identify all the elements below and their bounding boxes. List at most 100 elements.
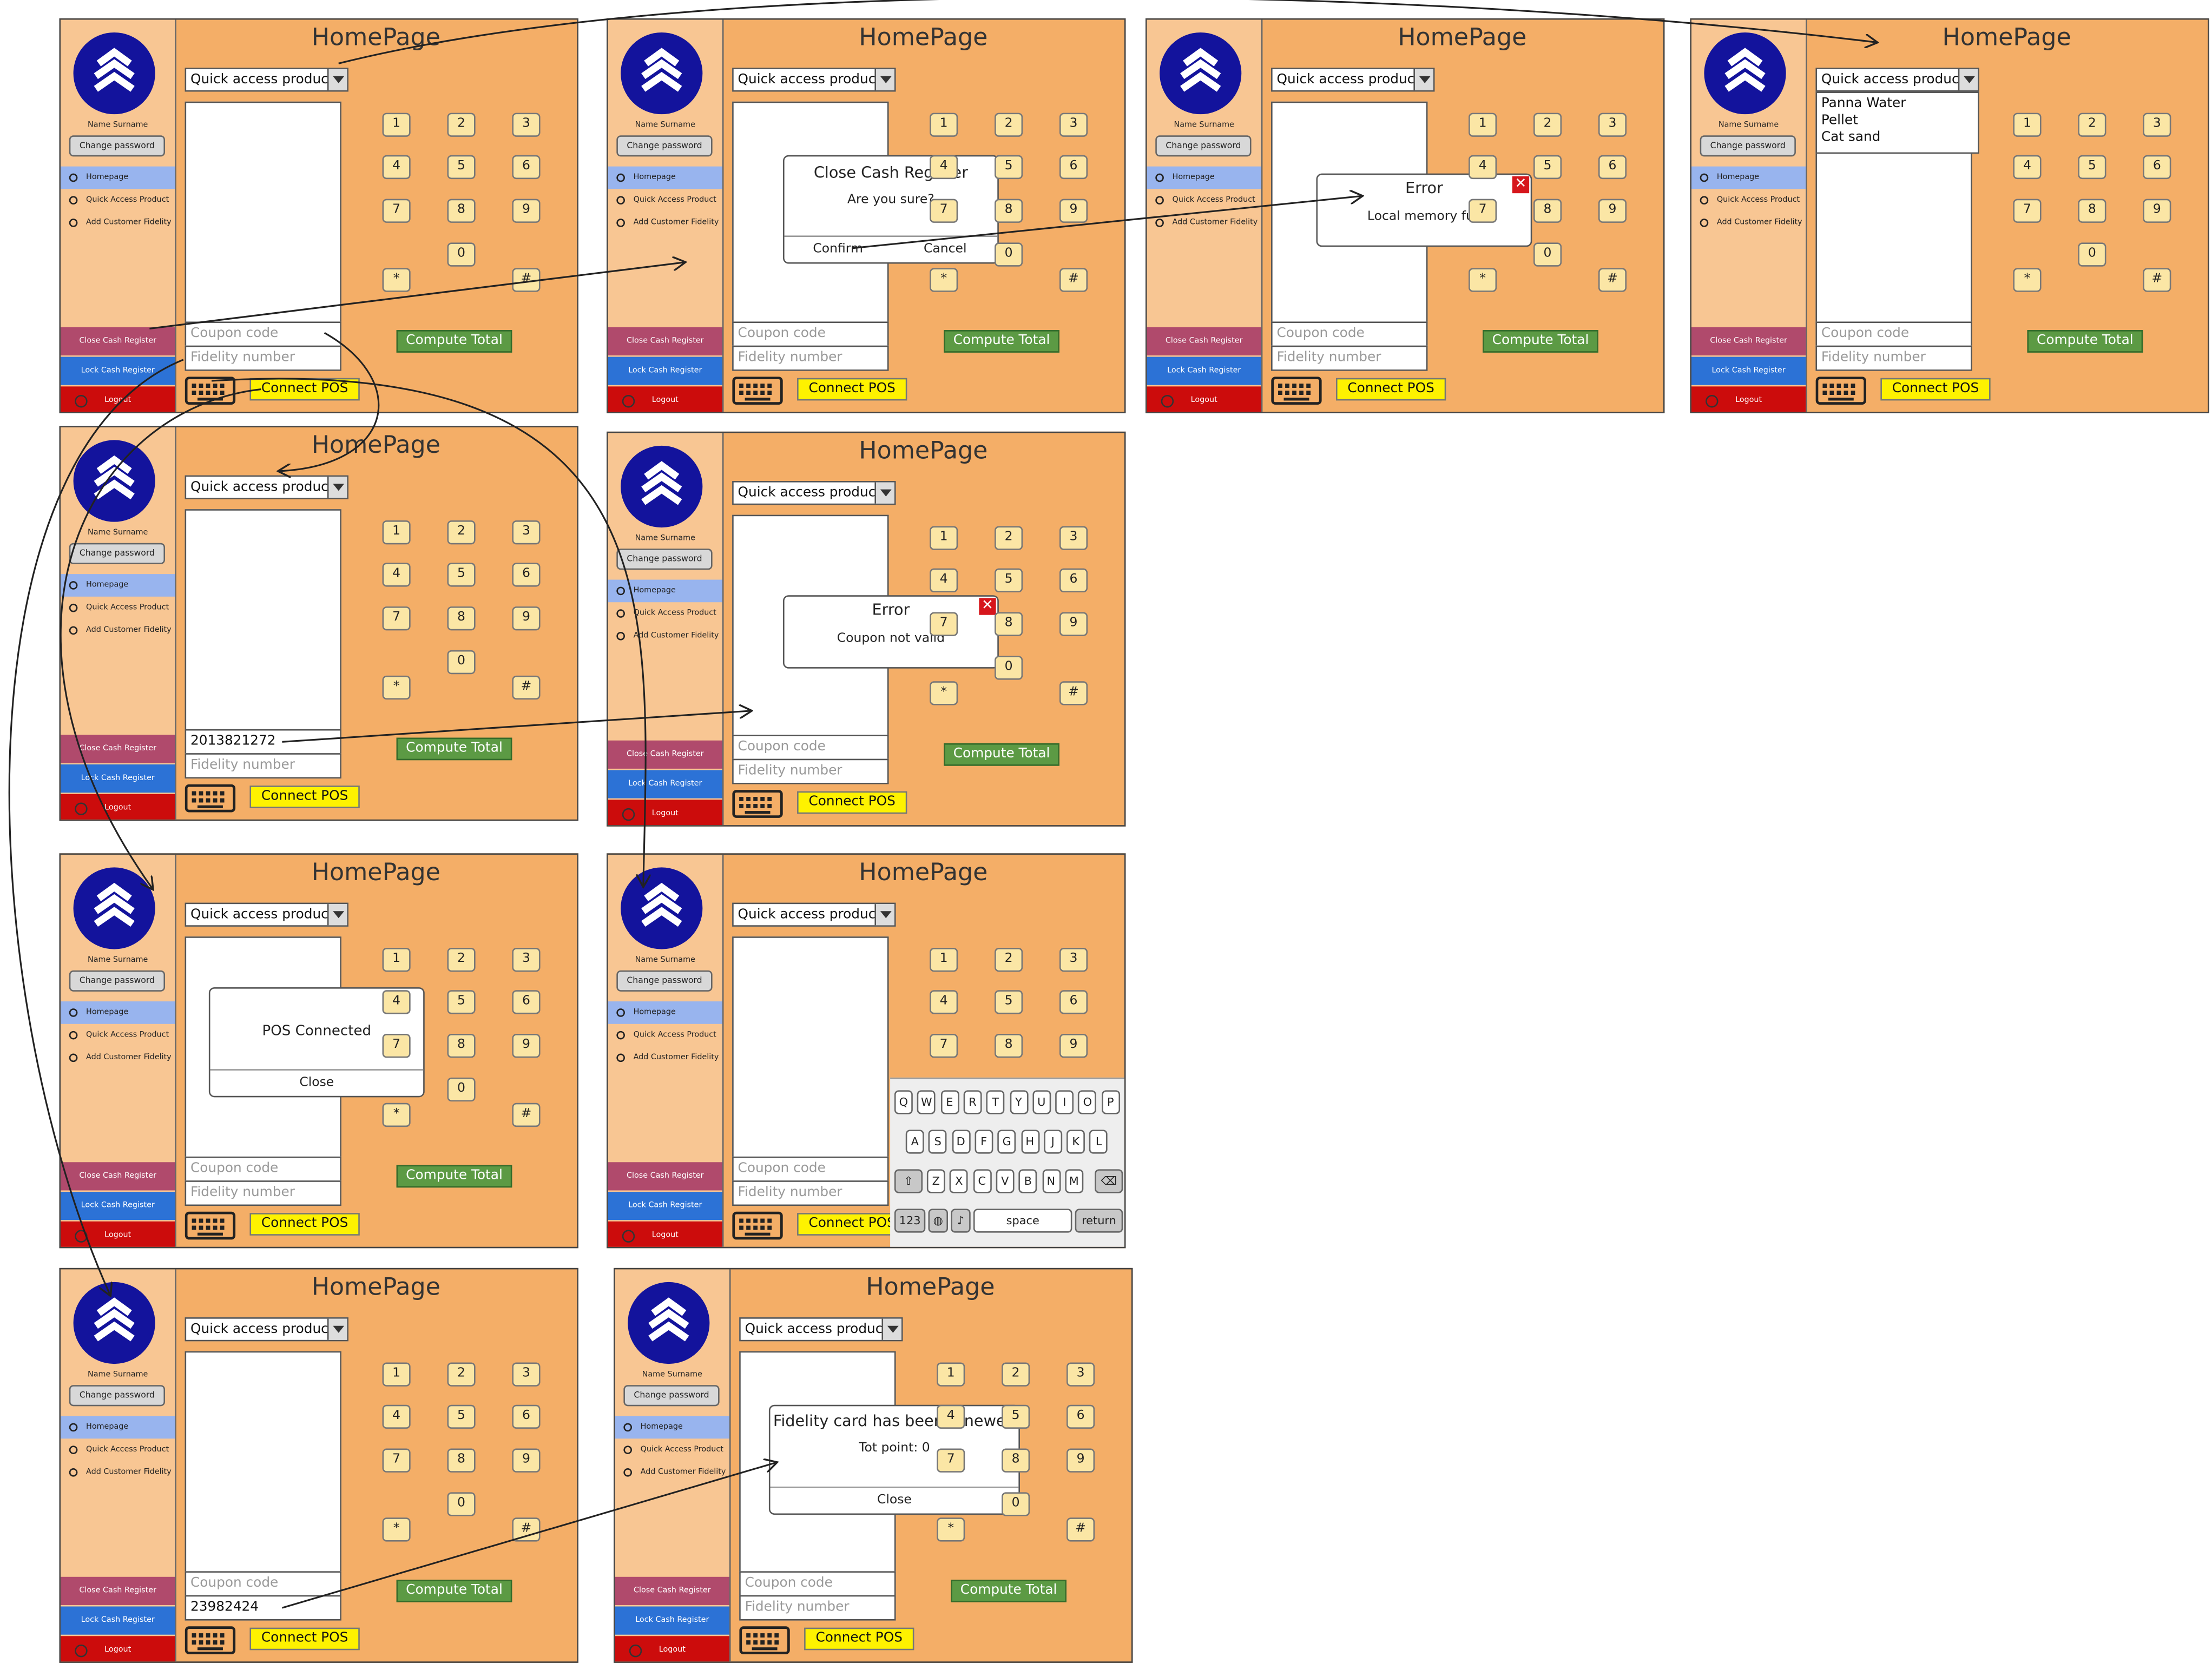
change-password-button[interactable]: Change password — [623, 1385, 720, 1407]
connect-pos-button[interactable]: Connect POS — [1880, 378, 1991, 401]
backspace-key-icon[interactable]: ⌫ — [1095, 1169, 1123, 1193]
keypad-key[interactable]: 0 — [447, 242, 476, 267]
close-register-button[interactable]: Close Cash Register — [608, 327, 722, 355]
coupon-field[interactable]: Coupon code — [1815, 321, 1972, 347]
keypad-key[interactable]: 2 — [447, 948, 476, 972]
keypad-key[interactable]: 2 — [447, 520, 476, 545]
keypad-key[interactable]: 5 — [2078, 155, 2106, 180]
coupon-field[interactable]: Coupon code — [1271, 321, 1428, 347]
keypad-key[interactable]: 0 — [2078, 242, 2106, 267]
keypad-key[interactable]: 6 — [1059, 568, 1088, 592]
coupon-field[interactable]: Coupon code — [732, 1156, 889, 1182]
quick-access-dropdown[interactable]: Quick access product — [732, 902, 896, 927]
quick-access-dropdown[interactable]: Quick access product — [1271, 68, 1435, 92]
keyboard-key[interactable]: T — [986, 1090, 1005, 1114]
logout-button[interactable]: Logout — [608, 386, 722, 412]
lock-register-button[interactable]: Lock Cash Register — [61, 1606, 175, 1635]
keypad-key[interactable]: 1 — [382, 1362, 411, 1387]
keypad-key[interactable]: 6 — [512, 563, 541, 587]
keypad-key[interactable]: 0 — [1533, 242, 1562, 267]
lock-register-button[interactable]: Lock Cash Register — [608, 357, 722, 385]
logout-button[interactable]: Logout — [615, 1636, 729, 1662]
microphone-key-icon[interactable]: ♪ — [951, 1209, 971, 1233]
keypad-key[interactable]: 2 — [447, 113, 476, 137]
nav-add-customer-fidelity[interactable]: Add Customer Fidelity — [61, 1461, 175, 1484]
close-register-button[interactable]: Close Cash Register — [61, 1162, 175, 1191]
nav-homepage[interactable]: Homepage — [1147, 166, 1261, 189]
keyboard-key[interactable]: U — [1032, 1090, 1051, 1114]
keyboard-key[interactable]: R — [963, 1090, 982, 1114]
keypad-key[interactable]: 4 — [382, 563, 411, 587]
nav-quick-access-product[interactable]: Quick Access Product — [615, 1438, 729, 1461]
nav-homepage[interactable]: Homepage — [615, 1416, 729, 1439]
keypad-key[interactable]: 6 — [512, 990, 541, 1014]
nav-quick-access-product[interactable]: Quick Access Product — [61, 597, 175, 619]
keypad-key[interactable]: 4 — [1469, 155, 1497, 180]
quick-access-dropdown[interactable]: Quick access product — [185, 475, 348, 499]
keypad-key[interactable]: 4 — [937, 1404, 965, 1429]
keypad-key[interactable]: 5 — [447, 990, 476, 1014]
keypad-key[interactable]: 3 — [1059, 113, 1088, 137]
close-register-button[interactable]: Close Cash Register — [615, 1576, 729, 1605]
keypad-key[interactable]: 9 — [512, 606, 541, 631]
keyboard-key[interactable]: G — [997, 1130, 1016, 1154]
keypad-key[interactable]: 3 — [512, 113, 541, 137]
keypad-key[interactable]: 2 — [2078, 113, 2106, 137]
keyboard-key[interactable]: A — [905, 1130, 924, 1154]
logout-button[interactable]: Logout — [1691, 386, 1806, 412]
nav-quick-access-product[interactable]: Quick Access Product — [61, 1024, 175, 1047]
nav-add-customer-fidelity[interactable]: Add Customer Fidelity — [61, 1047, 175, 1070]
logout-button[interactable]: Logout — [61, 1636, 175, 1662]
keypad-key[interactable]: 4 — [930, 568, 958, 592]
keypad-key[interactable]: 2 — [447, 1362, 476, 1387]
keyboard-key[interactable]: W — [917, 1090, 936, 1114]
compute-total-button[interactable]: Compute Total — [1483, 330, 1598, 353]
keypad-key[interactable]: # — [1059, 681, 1088, 705]
close-register-button[interactable]: Close Cash Register — [1147, 327, 1261, 355]
keypad-key[interactable]: 9 — [512, 199, 541, 223]
connect-pos-button[interactable]: Connect POS — [804, 1627, 914, 1651]
fidelity-field[interactable]: 23982424 — [185, 1595, 341, 1621]
keypad-key[interactable]: 1 — [382, 113, 411, 137]
keypad-key[interactable]: 8 — [447, 1448, 476, 1473]
keypad-key[interactable]: 0 — [995, 656, 1023, 680]
keypad-key[interactable]: * — [1469, 268, 1497, 292]
keyboard-key[interactable]: X — [950, 1169, 969, 1193]
keypad-key[interactable]: 2 — [995, 948, 1023, 972]
keyboard-key[interactable]: H — [1021, 1130, 1039, 1154]
keypad-key[interactable]: 6 — [512, 155, 541, 180]
keypad-key[interactable]: 8 — [1002, 1448, 1030, 1473]
change-password-button[interactable]: Change password — [1700, 135, 1796, 157]
keyboard-key[interactable]: I — [1055, 1090, 1074, 1114]
lock-register-button[interactable]: Lock Cash Register — [1147, 357, 1261, 385]
nav-add-customer-fidelity[interactable]: Add Customer Fidelity — [61, 619, 175, 642]
keyboard-icon[interactable] — [732, 377, 783, 405]
return-key[interactable]: return — [1075, 1209, 1123, 1233]
dropdown-option[interactable]: Cat sand — [1821, 130, 1881, 146]
lock-register-button[interactable]: Lock Cash Register — [1691, 357, 1806, 385]
keypad-key[interactable]: 6 — [512, 1404, 541, 1429]
coupon-field[interactable]: Coupon code — [185, 1571, 341, 1597]
nav-homepage[interactable]: Homepage — [608, 1001, 722, 1024]
logout-button[interactable]: Logout — [61, 386, 175, 412]
connect-pos-button[interactable]: Connect POS — [249, 786, 360, 808]
keypad-key[interactable]: # — [2143, 268, 2171, 292]
space-key[interactable]: space — [973, 1209, 1072, 1233]
nav-quick-access-product[interactable]: Quick Access Product — [61, 1438, 175, 1461]
quick-access-dropdown[interactable]: Quick access product — [185, 902, 348, 927]
nav-quick-access-product[interactable]: Quick Access Product — [1691, 189, 1806, 212]
connect-pos-button[interactable]: Connect POS — [797, 378, 907, 401]
fidelity-field[interactable]: Fidelity number — [732, 758, 889, 784]
keypad-key[interactable]: 7 — [382, 1448, 411, 1473]
coupon-field[interactable]: Coupon code — [185, 321, 341, 347]
keypad-key[interactable]: 5 — [447, 563, 476, 587]
keypad-key[interactable]: 3 — [1059, 948, 1088, 972]
keypad-key[interactable]: 4 — [930, 155, 958, 180]
nav-homepage[interactable]: Homepage — [608, 166, 722, 189]
keyboard-key[interactable]: M — [1064, 1169, 1083, 1193]
keypad-key[interactable]: 9 — [1598, 199, 1627, 223]
keypad-key[interactable]: 0 — [1002, 1492, 1030, 1516]
keyboard-key[interactable]: V — [996, 1169, 1015, 1193]
connect-pos-button[interactable]: Connect POS — [1335, 378, 1446, 401]
close-button[interactable]: Close — [210, 1076, 423, 1090]
